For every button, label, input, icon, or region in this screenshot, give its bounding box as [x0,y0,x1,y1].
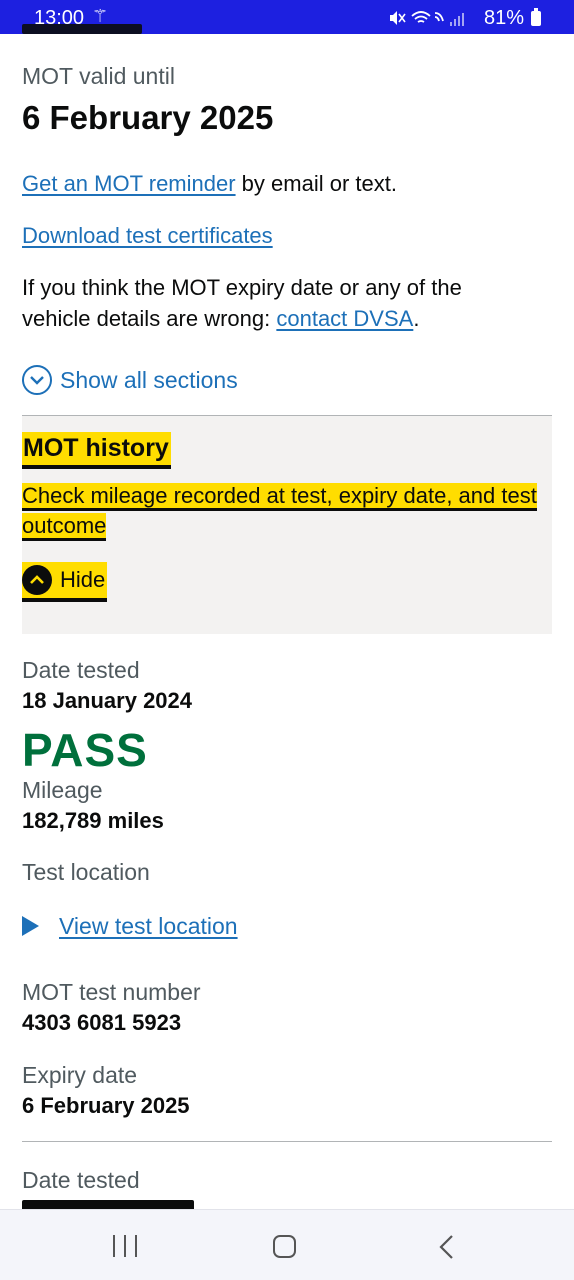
chevron-up-icon [22,565,52,595]
mot-valid-date: 6 February 2025 [22,99,274,136]
test-number-value: 4303 6081 5923 [22,1010,182,1035]
view-test-location-link[interactable]: View test location [59,913,238,940]
show-all-sections-button[interactable]: Show all sections [22,365,238,395]
view-test-location-toggle[interactable]: View test location [22,911,238,941]
status-icons [390,11,464,26]
reminder-paragraph: Get an MOT reminder by email or text. [22,168,397,199]
date-tested-label: Date tested [22,657,140,683]
test-number-label: MOT test number [22,979,201,1005]
expiry-date-value: 6 February 2025 [22,1093,190,1118]
home-icon[interactable] [273,1235,296,1258]
date-tested-value: 18 January 2024 [22,688,193,713]
caret-right-icon [22,916,39,936]
hide-label: Hide [60,567,106,592]
accordion-summary: Check mileage recorded at test, expiry d… [22,481,552,541]
mot-reminder-link[interactable]: Get an MOT reminder [22,171,236,196]
battery-level: 81% [484,7,525,29]
recent-apps-icon[interactable] [113,1235,137,1257]
contact-dvsa-link[interactable]: contact DVSA [276,306,413,331]
wrong-details-suffix: . [413,306,420,331]
back-icon[interactable] [437,1234,455,1260]
mot-history-accordion[interactable]: MOT history Check mileage recorded at te… [22,415,552,634]
mileage-value: 182,789 miles [22,808,164,833]
signal-icon [450,13,464,26]
expiry-date-label: Expiry date [22,1062,138,1088]
reminder-suffix: by email or text. [235,171,397,196]
mileage-label: Mileage [22,777,103,803]
battery-icon [531,8,541,26]
hide-section-button[interactable]: Hide [22,562,108,598]
next-date-tested-label: Date tested [22,1167,140,1193]
test-location-label: Test location [22,859,150,885]
system-nav-bar [0,1209,574,1280]
chevron-down-icon [22,365,52,395]
wifi-call-icon [434,12,444,22]
test-result: PASS [22,724,148,776]
mute-icon [390,11,406,25]
mot-valid-label: MOT valid until [22,63,175,89]
accordion-title: MOT history [22,432,171,465]
record-divider [22,1141,552,1142]
download-certificates-link[interactable]: Download test certificates [22,223,273,248]
download-paragraph: Download test certificates [22,220,273,251]
show-all-sections-label: Show all sections [60,366,238,393]
clipped-heading [22,16,162,38]
wrong-details-paragraph: If you think the MOT expiry date or any … [22,272,522,334]
wifi-icon [411,11,431,23]
accordion-summary-text: Check mileage recorded at test, expiry d… [22,483,537,538]
